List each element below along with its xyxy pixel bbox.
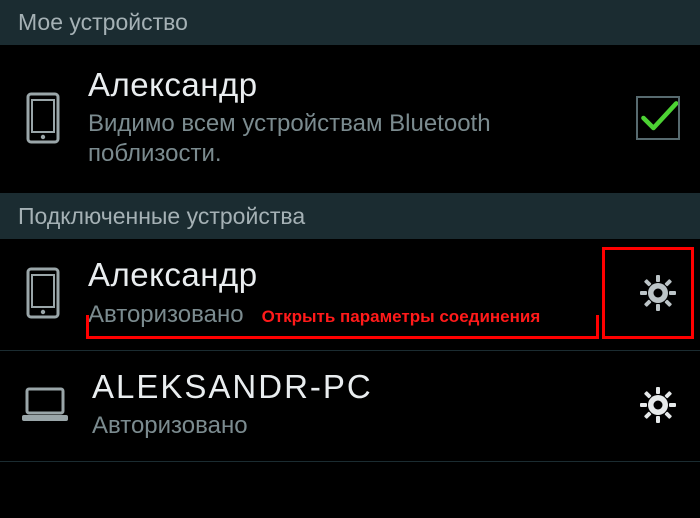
paired-device-status: Авторизовано [92,411,606,441]
device-settings-button[interactable] [636,383,680,427]
phone-icon [20,92,66,144]
visibility-checkbox[interactable] [636,96,680,140]
section-header-paired: Подключенные устройства [0,194,700,239]
checkmark-icon [638,96,678,140]
gear-icon [638,385,678,425]
section-header-my-device: Мое устройство [0,0,700,45]
laptop-icon [20,385,70,425]
paired-device-row[interactable]: Александр Авторизовано Открыть параметры… [0,239,700,350]
phone-icon [20,267,66,319]
my-device-status: Видимо всем устройствам Bluetooth поблиз… [88,109,606,169]
paired-device-name: Александр [88,257,606,293]
annotation-text: Открыть параметры соединения [262,307,541,327]
my-device-name: Александр [88,67,606,103]
paired-device-status: Авторизовано [88,300,244,330]
paired-device-name: ALEKSANDR-PC [92,369,606,405]
gear-icon [638,273,678,313]
my-device-row[interactable]: Александр Видимо всем устройствам Blueto… [0,45,700,194]
paired-device-row[interactable]: ALEKSANDR-PC Авторизовано [0,351,700,462]
device-settings-button[interactable] [636,271,680,315]
